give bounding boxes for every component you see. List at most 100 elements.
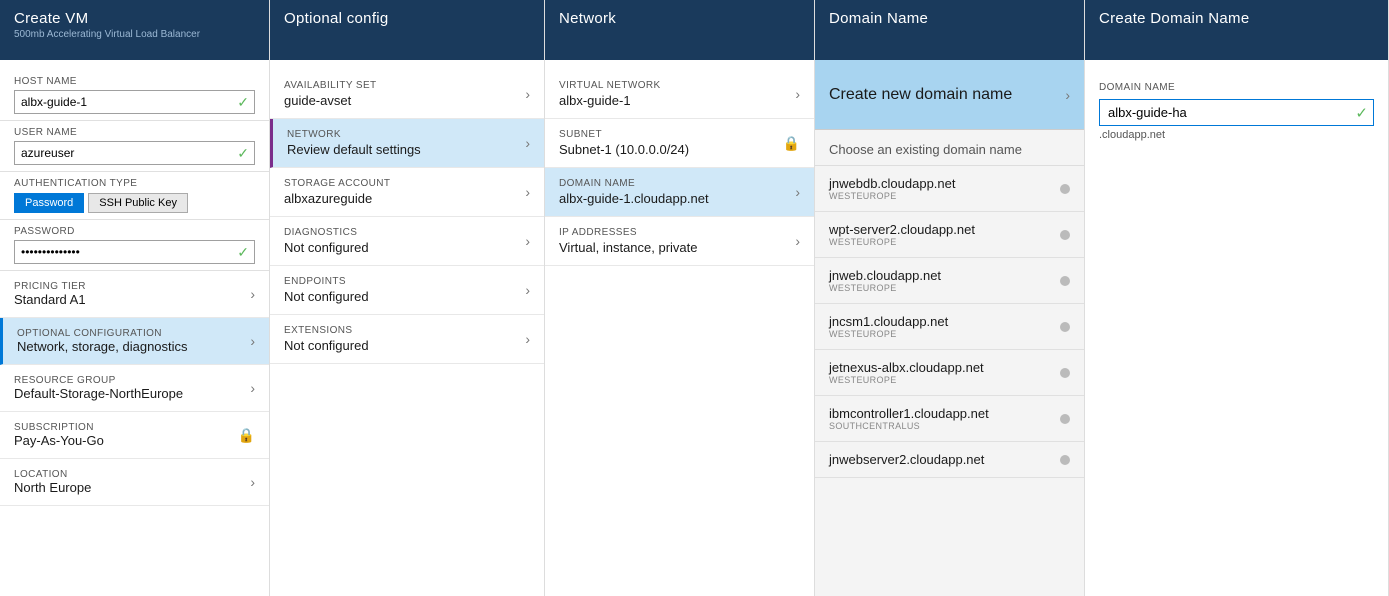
pricing-tier-value: Standard A1: [14, 292, 86, 307]
subscription-item[interactable]: SUBSCRIPTION Pay-As-You-Go 🔒: [0, 412, 269, 459]
domain-region-text: WESTEUROPE: [829, 375, 984, 385]
domain-item-content: jnwebserver2.cloudapp.net: [829, 452, 984, 467]
domain-region-text: WESTEUROPE: [829, 329, 948, 339]
storage-account-item[interactable]: STORAGE ACCOUNT albxazureguide ›: [270, 168, 544, 217]
list-item[interactable]: ibmcontroller1.cloudapp.net SOUTHCENTRAL…: [815, 396, 1084, 442]
pricing-tier-label: PRICING TIER: [14, 281, 86, 292]
domain-name-text: wpt-server2.cloudapp.net: [829, 222, 975, 237]
domain-item-content: jncsm1.cloudapp.net WESTEUROPE: [829, 314, 948, 339]
domain-name-panel-header: Domain Name: [815, 0, 1084, 60]
optional-config-panel-header: Optional config: [270, 0, 544, 60]
username-section: User Name ✓: [0, 121, 269, 172]
domain-name-network-label: DOMAIN NAME: [559, 178, 709, 189]
network-config-label: NETWORK: [287, 129, 421, 140]
resource-group-label: RESOURCE GROUP: [14, 375, 183, 386]
availability-set-arrow-icon: ›: [525, 86, 530, 102]
resource-group-content: RESOURCE GROUP Default-Storage-NorthEuro…: [14, 375, 183, 401]
password-check-icon: ✓: [237, 244, 249, 261]
domain-name-panel-title: Domain Name: [829, 10, 1070, 27]
create-domain-input[interactable]: [1099, 99, 1374, 126]
subnet-lock-icon: 🔒: [783, 135, 800, 152]
storage-account-value: albxazureguide: [284, 191, 390, 206]
list-item[interactable]: jetnexus-albx.cloudapp.net WESTEUROPE: [815, 350, 1084, 396]
hostname-input[interactable]: [14, 90, 255, 114]
domain-name-text: ibmcontroller1.cloudapp.net: [829, 406, 989, 421]
password-auth-btn[interactable]: Password: [14, 193, 84, 213]
endpoints-content: ENDPOINTS Not configured: [284, 276, 369, 304]
password-input-wrapper: ✓: [14, 240, 255, 264]
network-panel-title: Network: [559, 10, 800, 27]
network-config-item[interactable]: NETWORK Review default settings ›: [270, 119, 544, 168]
extensions-arrow-icon: ›: [525, 331, 530, 347]
domain-status-dot: [1060, 276, 1070, 286]
create-vm-body: Host Name ✓ User Name ✓ Authentication T…: [0, 60, 269, 596]
resource-group-item[interactable]: RESOURCE GROUP Default-Storage-NorthEuro…: [0, 365, 269, 412]
resource-group-value: Default-Storage-NorthEurope: [14, 386, 183, 401]
list-item[interactable]: jnwebdb.cloudapp.net WESTEUROPE: [815, 166, 1084, 212]
location-content: LOCATION North Europe: [14, 469, 91, 495]
extensions-value: Not configured: [284, 338, 369, 353]
subscription-lock-icon: 🔒: [238, 427, 255, 444]
subscription-label: SUBSCRIPTION: [14, 422, 104, 433]
network-panel-header: Network: [545, 0, 814, 60]
create-domain-name-panel-header: Create Domain Name: [1085, 0, 1388, 60]
username-input[interactable]: [14, 141, 255, 165]
create-domain-input-row: ✓: [1099, 99, 1374, 126]
create-new-domain-text: Create new domain name: [829, 86, 1012, 104]
endpoints-label: ENDPOINTS: [284, 276, 369, 287]
pricing-tier-item[interactable]: PRICING TIER Standard A1 ›: [0, 271, 269, 318]
diagnostics-label: DIAGNOSTICS: [284, 227, 369, 238]
optional-config-panel-title: Optional config: [284, 10, 530, 27]
location-label: LOCATION: [14, 469, 91, 480]
domain-item-content: jnwebdb.cloudapp.net WESTEUROPE: [829, 176, 956, 201]
domain-name-panel-body: Create new domain name › Choose an exist…: [815, 60, 1084, 596]
virtual-network-item[interactable]: VIRTUAL NETWORK albx-guide-1 ›: [545, 70, 814, 119]
domain-region-text: WESTEUROPE: [829, 191, 956, 201]
endpoints-value: Not configured: [284, 289, 369, 304]
extensions-item[interactable]: EXTENSIONS Not configured ›: [270, 315, 544, 364]
domain-item-content: jetnexus-albx.cloudapp.net WESTEUROPE: [829, 360, 984, 385]
subnet-item[interactable]: SUBNET Subnet-1 (10.0.0.0/24) 🔒: [545, 119, 814, 168]
hostname-section: Host Name ✓: [0, 70, 269, 121]
create-domain-name-panel-title: Create Domain Name: [1099, 10, 1374, 27]
create-domain-name-panel-body: Domain Name ✓ .cloudapp.net: [1085, 60, 1388, 596]
create-new-domain-item[interactable]: Create new domain name ›: [815, 60, 1084, 130]
resource-group-arrow-icon: ›: [250, 380, 255, 396]
sshkey-auth-btn[interactable]: SSH Public Key: [88, 193, 188, 213]
password-section: Password ✓: [0, 220, 269, 271]
ip-addresses-item[interactable]: IP ADDRESSES Virtual, instance, private …: [545, 217, 814, 266]
subnet-value: Subnet-1 (10.0.0.0/24): [559, 142, 689, 157]
optional-config-label: OPTIONAL CONFIGURATION: [17, 328, 188, 339]
authtype-row: Password SSH Public Key: [14, 193, 255, 213]
subnet-content: SUBNET Subnet-1 (10.0.0.0/24): [559, 129, 689, 157]
domain-name-text: jnweb.cloudapp.net: [829, 268, 941, 283]
username-label: User Name: [14, 127, 255, 138]
list-item[interactable]: jnwebserver2.cloudapp.net: [815, 442, 1084, 478]
virtual-network-value: albx-guide-1: [559, 93, 661, 108]
create-domain-suffix: .cloudapp.net: [1099, 129, 1374, 141]
domain-region-text: WESTEUROPE: [829, 283, 941, 293]
domain-name-network-value: albx-guide-1.cloudapp.net: [559, 191, 709, 206]
diagnostics-item[interactable]: DIAGNOSTICS Not configured ›: [270, 217, 544, 266]
create-new-domain-arrow-icon: ›: [1065, 87, 1070, 103]
optional-config-content: OPTIONAL CONFIGURATION Network, storage,…: [17, 328, 188, 354]
optional-config-item[interactable]: OPTIONAL CONFIGURATION Network, storage,…: [0, 318, 269, 365]
create-domain-check-icon: ✓: [1355, 104, 1368, 122]
location-item[interactable]: LOCATION North Europe ›: [0, 459, 269, 506]
endpoints-item[interactable]: ENDPOINTS Not configured ›: [270, 266, 544, 315]
list-item[interactable]: jnweb.cloudapp.net WESTEUROPE: [815, 258, 1084, 304]
ip-addresses-label: IP ADDRESSES: [559, 227, 698, 238]
domain-name-panel: Domain Name Create new domain name › Cho…: [815, 0, 1085, 596]
list-item[interactable]: wpt-server2.cloudapp.net WESTEUROPE: [815, 212, 1084, 258]
optional-config-panel-body: AVAILABILITY SET guide-avset › NETWORK R…: [270, 60, 544, 596]
list-item[interactable]: jncsm1.cloudapp.net WESTEUROPE: [815, 304, 1084, 350]
hostname-input-wrapper: ✓: [14, 90, 255, 114]
domain-name-network-item[interactable]: DOMAIN NAME albx-guide-1.cloudapp.net ›: [545, 168, 814, 217]
availability-set-item[interactable]: AVAILABILITY SET guide-avset ›: [270, 70, 544, 119]
virtual-network-label: VIRTUAL NETWORK: [559, 80, 661, 91]
password-input[interactable]: [14, 240, 255, 264]
network-panel-body: VIRTUAL NETWORK albx-guide-1 › SUBNET Su…: [545, 60, 814, 596]
password-label: Password: [14, 226, 255, 237]
network-config-arrow-icon: ›: [525, 135, 530, 151]
domain-region-text: WESTEUROPE: [829, 237, 975, 247]
